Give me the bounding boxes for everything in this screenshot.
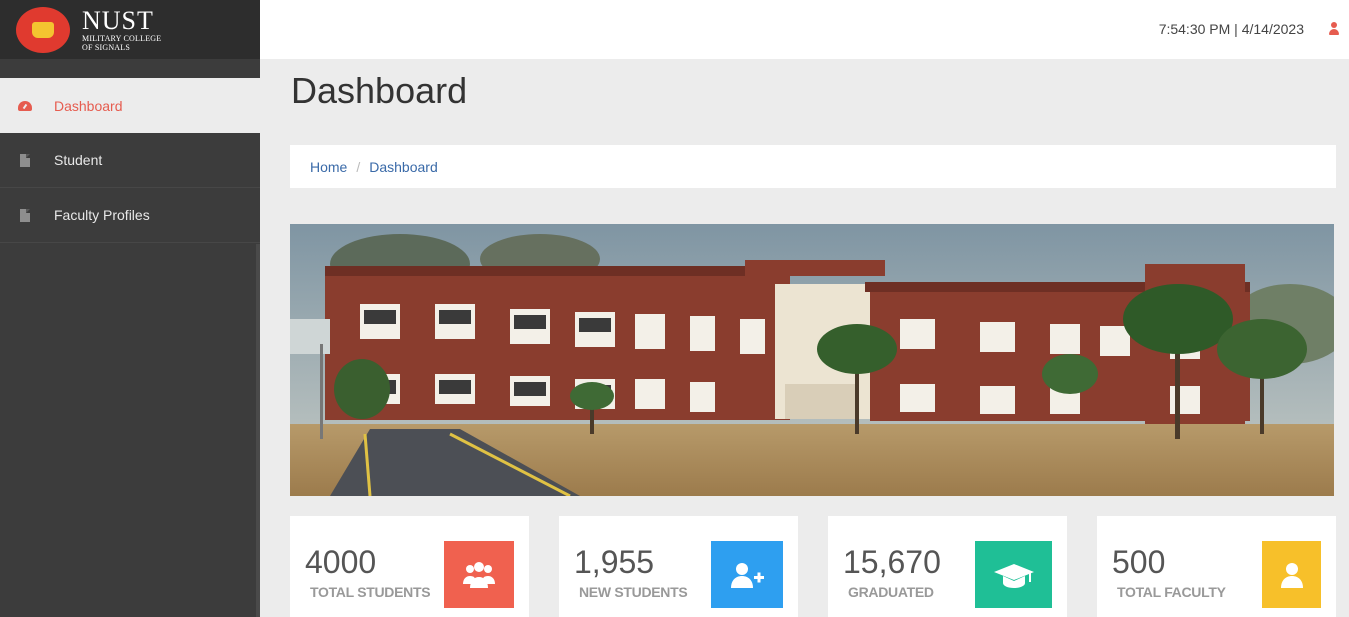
stat-card-new-students[interactable]: 1,955 NEW STUDENTS [559, 516, 798, 617]
stat-label: GRADUATED [848, 584, 934, 600]
sidebar-item-faculty-profiles[interactable]: Faculty Profiles [0, 188, 260, 243]
sidebar-item-student[interactable]: Student [0, 133, 260, 188]
users-icon [444, 541, 514, 608]
file-icon [18, 153, 32, 167]
page-title: Dashboard [291, 70, 468, 111]
sidebar: NUST MILITARY COLLEGE OF SIGNALS Dashboa… [0, 0, 260, 617]
sidebar-item-dashboard[interactable]: Dashboard [0, 78, 260, 133]
stat-label: TOTAL STUDENTS [310, 584, 431, 600]
stat-value: 4000 [305, 544, 377, 580]
graduation-cap-icon [975, 541, 1052, 608]
sidebar-item-label: Dashboard [54, 97, 123, 114]
user-plus-icon [711, 541, 783, 608]
stat-label: NEW STUDENTS [579, 584, 688, 600]
college-emblem-icon [16, 6, 70, 53]
brand-subtitle-1: MILITARY COLLEGE [82, 33, 162, 43]
top-bar: 7:54:30 PM | 4/14/2023 [260, 0, 1349, 59]
user-icon [1262, 541, 1321, 608]
breadcrumb-current-link[interactable]: Dashboard [369, 159, 438, 175]
brand-logo[interactable]: NUST MILITARY COLLEGE OF SIGNALS [0, 0, 260, 59]
sidebar-item-label: Faculty Profiles [54, 207, 150, 223]
user-icon[interactable] [1329, 22, 1339, 36]
file-icon [18, 208, 32, 222]
brand-title: NUST [82, 5, 154, 35]
stat-card-total-students[interactable]: 4000 TOTAL STUDENTS [290, 516, 529, 617]
clock-datetime: 7:54:30 PM | 4/14/2023 [1158, 21, 1304, 37]
stat-card-total-faculty[interactable]: 500 TOTAL FACULTY [1097, 516, 1336, 617]
stat-card-graduated[interactable]: 15,670 GRADUATED [828, 516, 1067, 617]
stat-value: 15,670 [843, 544, 941, 580]
breadcrumb: Home / Dashboard [290, 145, 1336, 188]
stat-value: 1,955 [574, 544, 655, 580]
breadcrumb-home-link[interactable]: Home [310, 159, 347, 175]
stat-value: 500 [1112, 544, 1166, 580]
brand-subtitle-2: OF SIGNALS [82, 42, 131, 52]
campus-banner-image [290, 224, 1334, 496]
dashboard-icon [18, 100, 32, 111]
sidebar-scrollbar[interactable] [256, 244, 260, 617]
sidebar-item-label: Student [54, 152, 103, 168]
stat-label: TOTAL FACULTY [1117, 584, 1226, 600]
breadcrumb-separator: / [356, 158, 361, 175]
